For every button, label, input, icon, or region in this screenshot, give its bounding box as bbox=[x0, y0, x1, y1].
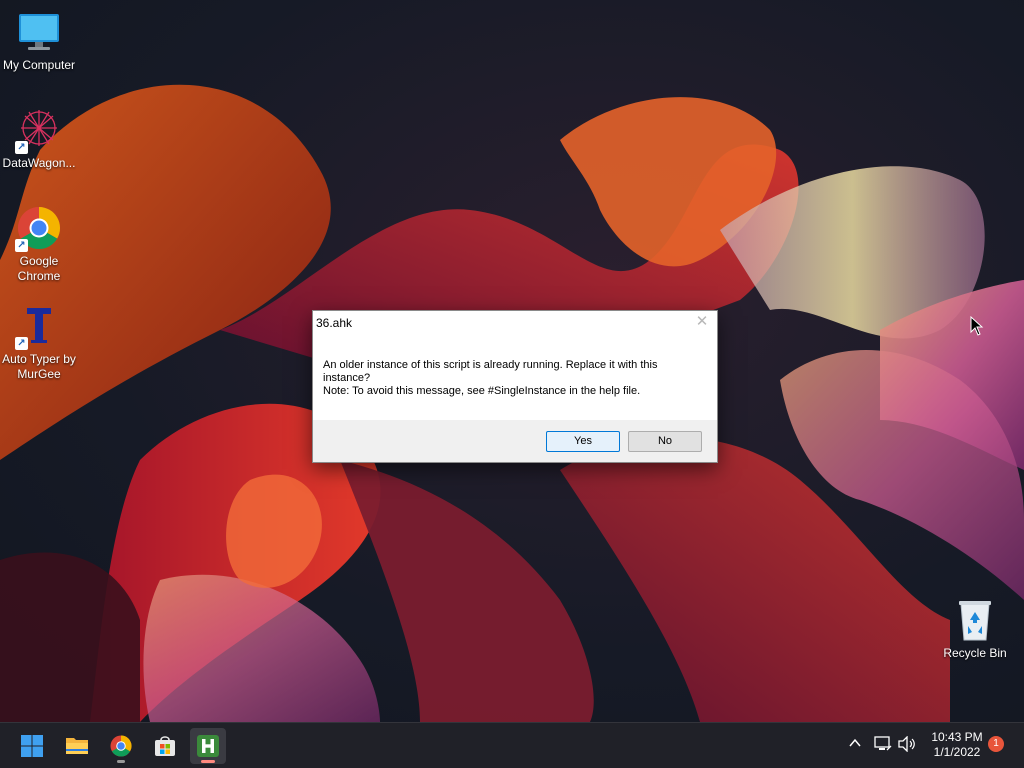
desktop-icon-recycle-bin[interactable]: Recycle Bin bbox=[936, 596, 1014, 661]
taskbar-microsoft-store[interactable] bbox=[147, 728, 183, 764]
running-indicator bbox=[201, 760, 215, 763]
clock-time: 10:43 PM bbox=[931, 730, 983, 744]
desktop-icon-label: Auto Typer by MurGee bbox=[2, 352, 76, 381]
dialog-footer: Yes No bbox=[313, 420, 717, 462]
dialog-title: 36.ahk bbox=[316, 316, 353, 330]
folder-icon bbox=[66, 738, 88, 754]
no-button[interactable]: No bbox=[628, 431, 702, 452]
dialog-message-line: An older instance of this script is alre… bbox=[323, 359, 658, 384]
shortcut-arrow-icon: ↗ bbox=[15, 239, 28, 252]
dialog-message: An older instance of this script is alre… bbox=[323, 359, 703, 398]
clock-date: 1/1/2022 bbox=[933, 745, 981, 759]
desktop-icon-label: DataWagon... bbox=[2, 156, 76, 170]
store-icon bbox=[155, 736, 175, 756]
autohotkey-icon bbox=[197, 735, 219, 757]
network-icon[interactable] bbox=[874, 736, 892, 755]
taskbar-file-explorer[interactable] bbox=[59, 728, 95, 764]
mouse-cursor-icon bbox=[970, 316, 984, 336]
desktop-icon-label: Recycle Bin bbox=[943, 646, 1007, 660]
desktop-icon-label: My Computer bbox=[2, 58, 76, 72]
volume-icon[interactable] bbox=[898, 735, 916, 755]
chrome-icon bbox=[110, 735, 132, 757]
desktop-icon-my-computer[interactable]: My Computer bbox=[0, 8, 78, 73]
chevron-up-icon[interactable] bbox=[848, 736, 862, 753]
windows-start-icon bbox=[21, 735, 43, 757]
monitor-icon bbox=[19, 14, 59, 50]
yes-button[interactable]: Yes bbox=[546, 431, 620, 452]
taskbar-start-button[interactable] bbox=[14, 728, 50, 764]
taskbar: 10:43 PM 1/1/2022 bbox=[0, 722, 1024, 768]
taskbar-clock[interactable]: 10:43 PM 1/1/2022 bbox=[925, 730, 989, 760]
close-icon[interactable]: ✕ bbox=[693, 313, 711, 331]
dialog-titlebar[interactable]: 36.ahk ✕ bbox=[313, 311, 717, 335]
desktop-icon-label: Google Chrome bbox=[17, 254, 61, 283]
dialog-note-line: Note: To avoid this message, see #Single… bbox=[323, 385, 641, 397]
recycle-bin-icon bbox=[959, 601, 991, 641]
shortcut-arrow-icon: ↗ bbox=[15, 337, 28, 350]
message-dialog: 36.ahk ✕ An older instance of this scrip… bbox=[312, 310, 718, 463]
desktop-icon-datawagon[interactable]: ↗ DataWagon... bbox=[0, 106, 78, 171]
desktop-icon-google-chrome[interactable]: ↗ Google Chrome bbox=[0, 204, 78, 284]
notification-badge[interactable]: 1 bbox=[988, 736, 1004, 752]
desktop[interactable]: My Computer ↗ DataWagon... ↗ Google Chro… bbox=[0, 0, 1024, 722]
desktop-icon-auto-typer[interactable]: ↗ Auto Typer by MurGee bbox=[0, 302, 78, 382]
taskbar-google-chrome[interactable] bbox=[103, 728, 139, 764]
shortcut-arrow-icon: ↗ bbox=[15, 141, 28, 154]
running-indicator bbox=[117, 760, 125, 763]
taskbar-autohotkey[interactable] bbox=[190, 728, 226, 764]
